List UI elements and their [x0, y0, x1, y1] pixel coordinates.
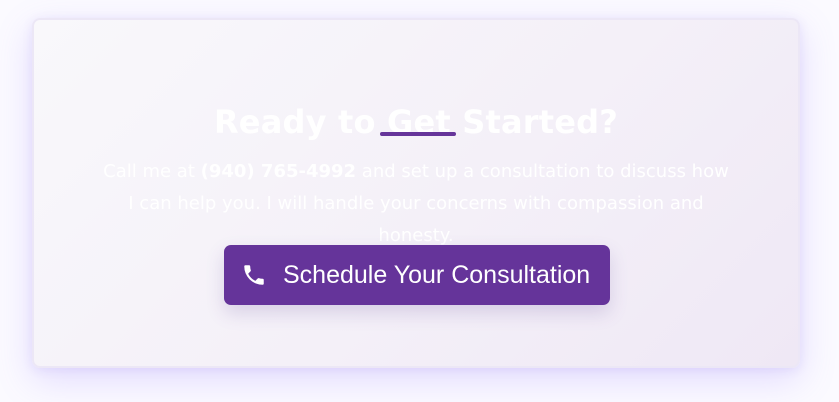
title-divider	[380, 132, 456, 136]
cta-title: Ready to Get Started?	[213, 103, 619, 141]
phone-icon	[241, 261, 267, 289]
cta-card: Ready to Get Started? Call me at (940) 7…	[32, 18, 800, 368]
schedule-button-label: Schedule Your Consultation	[283, 261, 591, 289]
phone-number-link[interactable]: (940) 765-4992	[201, 161, 356, 182]
cta-description: Call me at (940) 765-4992 and set up a c…	[98, 156, 734, 252]
schedule-consultation-button[interactable]: Schedule Your Consultation	[224, 245, 610, 305]
page-background: Ready to Get Started? Call me at (940) 7…	[0, 0, 839, 402]
cta-text-before: Call me at	[103, 161, 201, 182]
